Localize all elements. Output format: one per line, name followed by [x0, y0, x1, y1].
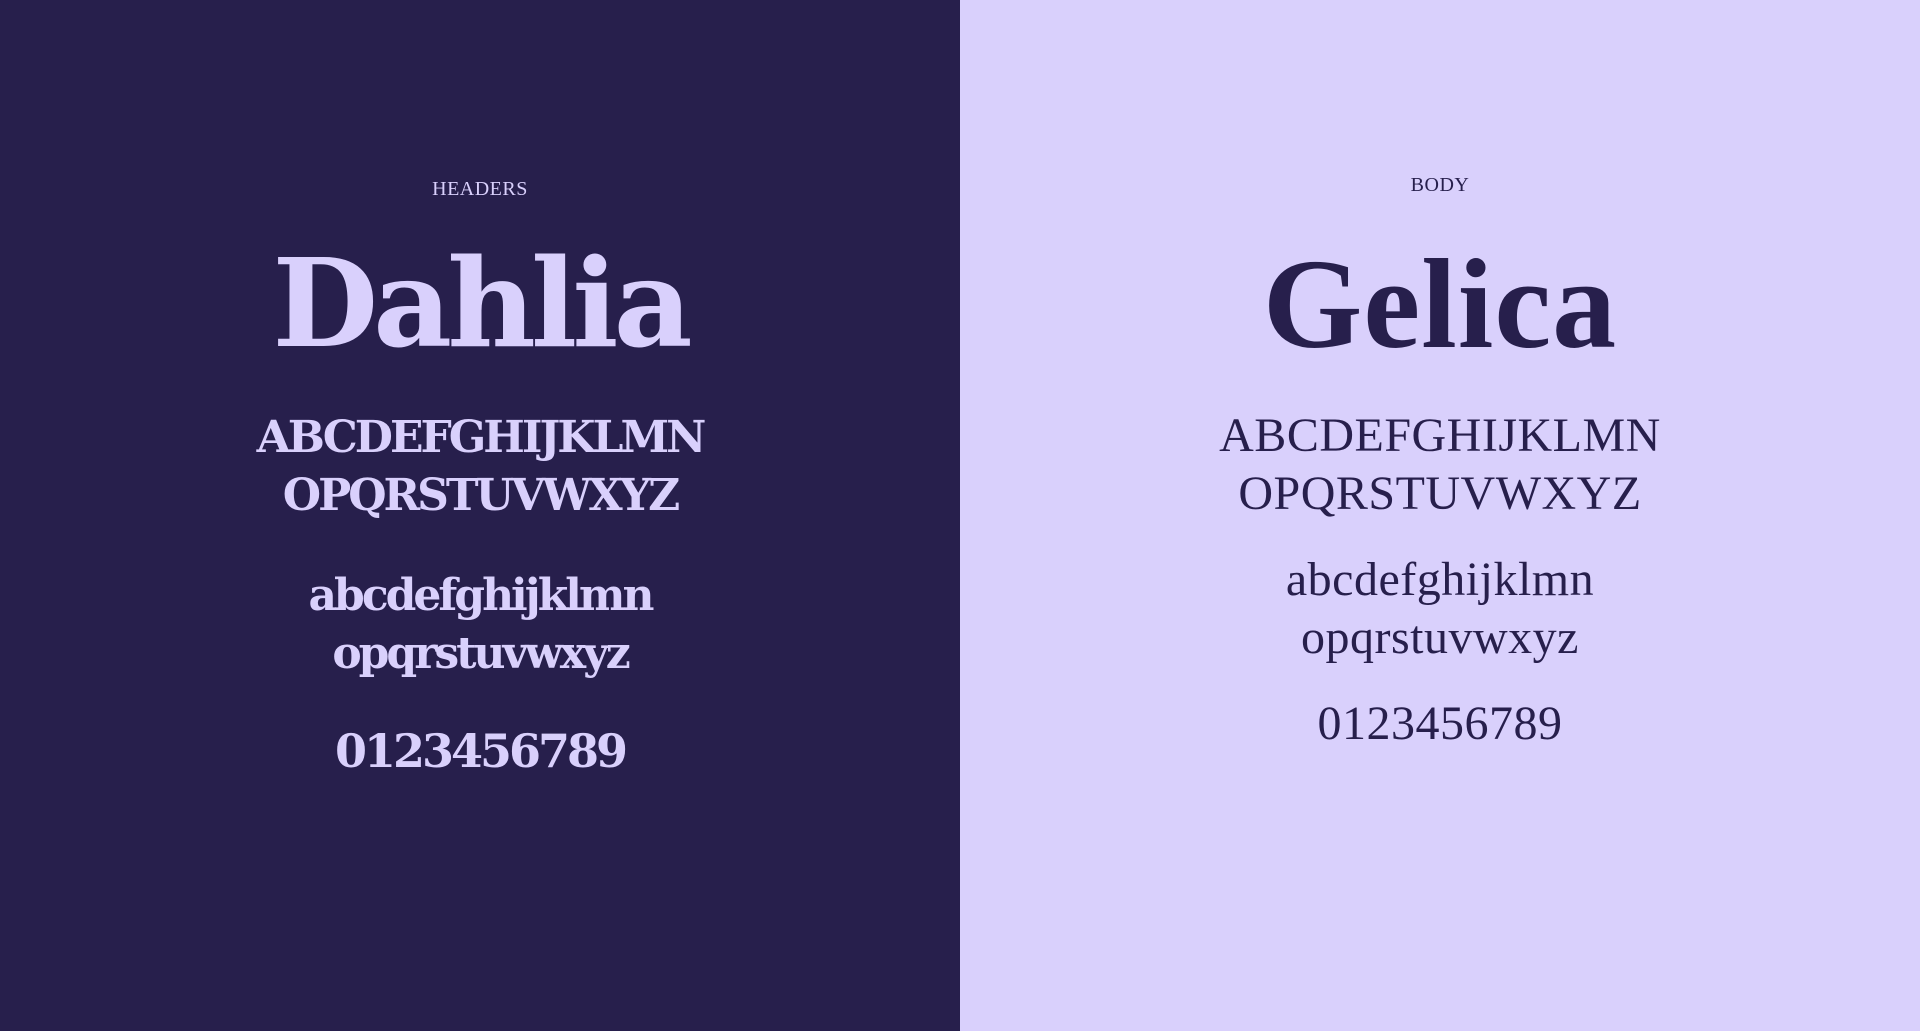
body-uppercase-line-1: ABCDEFGHIJKLMN [1219, 409, 1661, 462]
body-font-panel: BODY Gelica ABCDEFGHIJKLMN OPQRSTUVWXYZ … [960, 0, 1920, 1031]
headers-uppercase-line-1: ABCDEFGHIJKLMN [256, 412, 707, 463]
headers-digits: 0123456789 [334, 724, 628, 778]
body-lowercase-line-1: abcdefghijklmn [1285, 553, 1595, 606]
headers-lowercase-line-1: abcdefghijklmn [308, 570, 655, 621]
headers-font-panel: HEADERS Dahlia ABCDEFGHIJKLMN OPQRSTUVWX… [0, 0, 960, 1031]
headers-lowercase-line-2: opqrstuvwxyz [332, 628, 630, 679]
body-digits: 0123456789 [1317, 697, 1563, 750]
body-label: BODY [1410, 174, 1470, 196]
body-lowercase-line-2: opqrstuvwxyz [1301, 611, 1579, 664]
headers-uppercase-line-2: OPQRSTUVWXYZ [282, 470, 680, 521]
body-uppercase-line-2: OPQRSTUVWXYZ [1238, 467, 1642, 520]
headers-label: HEADERS [432, 178, 528, 200]
body-font-name: Gelica [1262, 233, 1618, 375]
headers-font-name: Dahlia [272, 231, 692, 375]
